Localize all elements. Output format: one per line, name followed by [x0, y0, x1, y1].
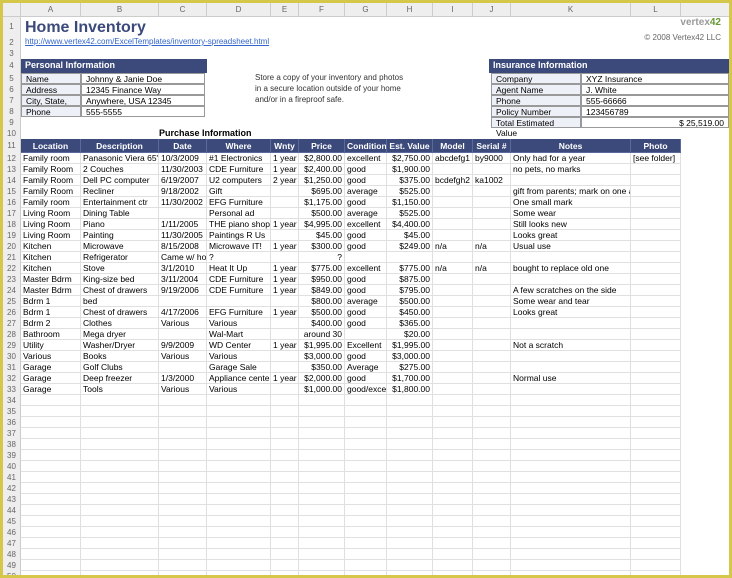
- page-title: Home Inventory: [21, 17, 150, 37]
- table-row[interactable]: 13Family Room2 Couches11/30/2003CDE Furn…: [3, 164, 729, 175]
- insurance-header: Insurance Information: [489, 59, 729, 73]
- column-headers: ABCDEFGHIJKL: [3, 3, 729, 17]
- table-row[interactable]: 12Family roomPanasonic Viera 65"10/3/200…: [3, 153, 729, 164]
- table-row[interactable]: 28BathroomMega dryerWal-Martaround 30$20…: [3, 329, 729, 340]
- table-row[interactable]: 16Family roomEntertainment ctr11/30/2002…: [3, 197, 729, 208]
- table-row[interactable]: 18Living RoomPiano1/11/2005THE piano sho…: [3, 219, 729, 230]
- source-link[interactable]: http://www.vertex42.com/ExcelTemplates/i…: [21, 37, 273, 48]
- purchase-header: Purchase Information: [159, 128, 252, 139]
- table-row[interactable]: 21KitchenRefrigeratorCame w/ hou??: [3, 252, 729, 263]
- table-row[interactable]: 17Living RoomDining TablePersonal ad$500…: [3, 208, 729, 219]
- table-row[interactable]: 14Family RoomDell PC computer6/19/2007U2…: [3, 175, 729, 186]
- logo: vertex42: [680, 17, 721, 28]
- table-row[interactable]: 25Bdrm 1bed$800.00average$500.00Some wea…: [3, 296, 729, 307]
- table-header-row: 11 LocationDescriptionDateWhereWntyPrice…: [3, 139, 729, 153]
- table-row[interactable]: 22KitchenStove3/1/2010Heat It Up1 year$7…: [3, 263, 729, 274]
- table-row[interactable]: 20KitchenMicrowave8/15/2008Microwave IT!…: [3, 241, 729, 252]
- table-row[interactable]: 23Master BdrmKing-size bed3/11/2004CDE F…: [3, 274, 729, 285]
- table-row[interactable]: 31GarageGolf ClubsGarage Sale$350.00Aver…: [3, 362, 729, 373]
- table-row[interactable]: 27Bdrm 2ClothesVariousVarious$400.00good…: [3, 318, 729, 329]
- table-row[interactable]: 19Living RoomPainting11/30/2005Paintings…: [3, 230, 729, 241]
- personal-header: Personal Information: [21, 59, 207, 73]
- table-row[interactable]: 26Bdrm 1Chest of drawers4/17/2006EFG Fur…: [3, 307, 729, 318]
- table-row[interactable]: 32GarageDeep freezer1/3/2000Appliance ce…: [3, 373, 729, 384]
- table-row[interactable]: 29UtilityWasher/Dryer9/9/2009WD Center1 …: [3, 340, 729, 351]
- table-row[interactable]: 15Family RoomRecliner9/18/2002Gift$695.0…: [3, 186, 729, 197]
- table-row[interactable]: 33GarageToolsVariousVarious$1,000.00good…: [3, 384, 729, 395]
- spreadsheet: ABCDEFGHIJKL vertex42 © 2008 Vertex42 LL…: [0, 0, 732, 578]
- table-row[interactable]: 30VariousBooksVariousVarious$3,000.00goo…: [3, 351, 729, 362]
- table-row[interactable]: 24Master BdrmChest of drawers9/19/2006CD…: [3, 285, 729, 296]
- copyright: © 2008 Vertex42 LLC: [644, 33, 721, 42]
